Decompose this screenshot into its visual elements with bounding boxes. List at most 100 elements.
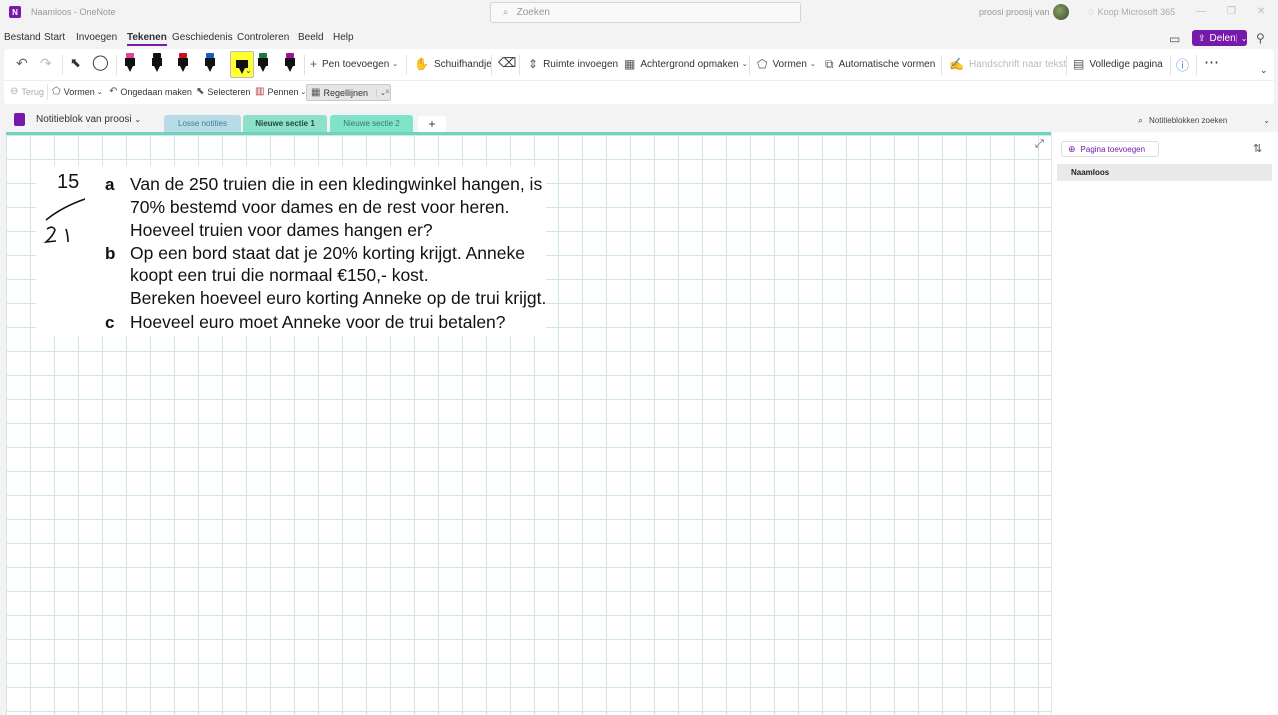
full-page-icon: ▤ — [1073, 57, 1085, 71]
more-options-icon[interactable]: ⋯ — [1204, 53, 1219, 71]
customize-toolbar-icon[interactable]: ⌅ — [384, 86, 391, 95]
pen-green-icon[interactable] — [257, 53, 269, 75]
undo-button[interactable]: ↶ Ongedaan maken — [109, 86, 192, 97]
select-cursor-icon: ⬉ — [196, 86, 205, 97]
share-button[interactable]: ⇪ Delen ⌄ — [1192, 30, 1247, 46]
undo-icon: ↶ — [109, 86, 118, 97]
chevron-down-icon: ⌄ — [809, 61, 816, 68]
chevron-down-icon[interactable]: ⌄ — [245, 66, 252, 75]
tab-nieuwe-sectie-2[interactable]: Nieuwe sectie 2 — [330, 115, 413, 132]
minimize-button[interactable]: — — [1196, 6, 1206, 17]
tab-losse-notities[interactable]: Losse notities — [164, 115, 241, 132]
search-icon: ⌕ — [503, 7, 509, 18]
search-input[interactable]: ⌕ Zoeken — [490, 2, 801, 23]
buy-label: Koop Microsoft 365 — [1097, 7, 1176, 17]
tab-nieuwe-sectie-1[interactable]: Nieuwe sectie 1 — [243, 115, 327, 132]
close-button[interactable]: ✕ — [1257, 6, 1265, 17]
background-format-button[interactable]: ▦ Achtergrond opmaken ⌄ — [624, 57, 748, 71]
add-page-icon: ⊕ — [1068, 143, 1076, 154]
redo-icon[interactable]: ↷ — [40, 55, 52, 72]
restore-button[interactable]: ❐ — [1227, 6, 1236, 17]
quick-access-toolbar: ⊖ Terug ⬠ Vormen ⌄ ↶ Ongedaan maken ⬉ Se… — [4, 80, 1274, 104]
help-icon[interactable]: ⓘ — [1176, 55, 1189, 74]
menu-start[interactable]: Start — [44, 32, 65, 43]
shapes-icon: ⬠ — [52, 86, 61, 97]
chevron-down-icon: ⌄ — [392, 61, 399, 68]
grid-background-icon: ▦ — [624, 57, 636, 71]
question-b-line-2: koopt een trui die normaal €150,- kost. — [130, 265, 429, 285]
question-a-line-2: 70% bestemd voor dames en de rest voor h… — [130, 197, 510, 217]
share-label: Delen — [1209, 32, 1236, 44]
insert-space-label: Ruimte invoegen — [543, 58, 619, 70]
pan-button[interactable]: ✋ Schuifhandje — [414, 57, 492, 71]
add-page-button[interactable]: ⊕ Pagina toevoegen — [1061, 141, 1159, 157]
menu-controleren[interactable]: Controleren — [237, 32, 289, 43]
insert-space-button[interactable]: ⇕ Ruimte invoegen — [528, 57, 618, 71]
question-letter-b: b — [105, 244, 116, 263]
full-page-button[interactable]: ▤ Volledige pagina — [1073, 57, 1163, 71]
immersive-reader-icon[interactable]: ▭ — [1169, 32, 1180, 46]
undo-label: Ongedaan maken — [120, 86, 192, 97]
pen-purple-icon[interactable] — [284, 53, 296, 75]
hand-icon: ✋ — [414, 57, 429, 71]
avatar[interactable] — [1053, 4, 1069, 20]
shapes-quick-button[interactable]: ⬠ Vormen ⌄ — [52, 86, 103, 97]
pen-blue-icon[interactable] — [204, 53, 216, 75]
menu-tekenen[interactable]: Tekenen — [127, 32, 167, 46]
person-icon[interactable]: ⚲ — [1256, 31, 1265, 45]
lasso-select-icon[interactable]: ◯ — [92, 53, 109, 71]
collapse-ribbon-icon[interactable]: ⌄ — [1260, 65, 1268, 76]
add-section-button[interactable]: + — [418, 116, 446, 132]
question-b-line-3: Bereken hoeveel euro korting Anneke op d… — [130, 288, 547, 308]
notebook-search-input[interactable]: ⌕ Notitieblokken zoeken ⌄ — [1134, 112, 1274, 128]
eraser-icon[interactable]: ⌫ — [498, 55, 516, 71]
auto-shapes-label: Automatische vormen — [838, 59, 936, 70]
menu-invoegen[interactable]: Invoegen — [76, 32, 117, 43]
question-b-line-1: Op een bord staat dat je 20% korting kri… — [130, 243, 525, 263]
ink-to-text-label: Handschrift naar tekst — [968, 58, 1067, 70]
search-icon: ⌕ — [1138, 114, 1144, 125]
add-page-label: Pagina toevoegen — [1080, 144, 1146, 154]
shapes-icon: ⬠ — [757, 57, 768, 71]
shapes-button[interactable]: ⬠ Vormen ⌄ — [757, 57, 816, 71]
question-letter-a: a — [105, 175, 115, 194]
menu-help[interactable]: Help — [333, 32, 354, 43]
notebook-bar: Notitieblok van proosi ⌄ Losse notities … — [0, 108, 1278, 132]
share-icon: ⇪ — [1198, 32, 1206, 43]
rule-lines-button[interactable]: ▦ Regellijnen ⌄ — [306, 84, 391, 101]
select-button[interactable]: ⬉ Selecteren — [196, 86, 250, 97]
rule-lines-icon: ▦ — [311, 87, 321, 98]
add-pen-button[interactable]: + Pen toevoegen ⌄ — [310, 57, 398, 71]
pen-red-icon[interactable] — [177, 53, 189, 75]
pens-button[interactable]: ▥ Pennen ⌄ — [255, 86, 306, 97]
title-bar: N Naamloos - OneNote ⌕ Zoeken proosi pro… — [0, 0, 1278, 26]
rule-lines-label: Regellijnen — [323, 87, 368, 98]
question-c-line-1: Hoeveel euro moet Anneke voor de trui be… — [130, 312, 506, 332]
pen-pink-icon[interactable] — [124, 53, 136, 75]
notebook-name: Notitieblok van proosi — [36, 114, 132, 125]
auto-shapes-button[interactable]: ⧉ Automatische vormen — [825, 57, 935, 72]
ink-to-text-button[interactable]: ✍ Handschrift naar tekst — [949, 57, 1066, 71]
chevron-down-icon: ⌄ — [1263, 115, 1270, 125]
pens-icon: ▥ — [255, 86, 265, 97]
ink-to-text-icon: ✍ — [949, 57, 964, 71]
handwritten-ink[interactable] — [40, 195, 90, 250]
pen-black-icon[interactable] — [151, 53, 163, 75]
chevron-down-icon[interactable]: ⌄ — [1235, 33, 1247, 43]
select-cursor-icon[interactable]: ⬉ — [70, 55, 81, 71]
menu-bestand[interactable]: Bestand — [4, 32, 41, 43]
draw-ribbon: ↶ ↷ ⬉ ◯ ⌄ + Pen toevoegen ⌄ ✋ Schuifhand… — [4, 49, 1274, 80]
page-list-panel — [1051, 132, 1278, 715]
page-list-item[interactable]: Naamloos — [1057, 164, 1272, 181]
sort-icon[interactable]: ⇅ — [1253, 142, 1262, 155]
back-button[interactable]: ⊖ Terug — [10, 86, 44, 97]
notebook-selector[interactable]: Notitieblok van proosi ⌄ — [36, 114, 141, 125]
diamond-icon: ♢ — [1087, 7, 1098, 17]
buy-microsoft-365-link[interactable]: ♢ Koop Microsoft 365 — [1087, 7, 1175, 18]
chevron-down-icon: ⌄ — [134, 115, 142, 124]
menu-geschiedenis[interactable]: Geschiedenis — [172, 32, 233, 43]
undo-icon[interactable]: ↶ — [16, 55, 28, 72]
expand-icon[interactable]: ⤢ — [1035, 138, 1044, 151]
user-name[interactable]: proosi proosij van — [979, 7, 1050, 17]
menu-beeld[interactable]: Beeld — [298, 32, 324, 43]
